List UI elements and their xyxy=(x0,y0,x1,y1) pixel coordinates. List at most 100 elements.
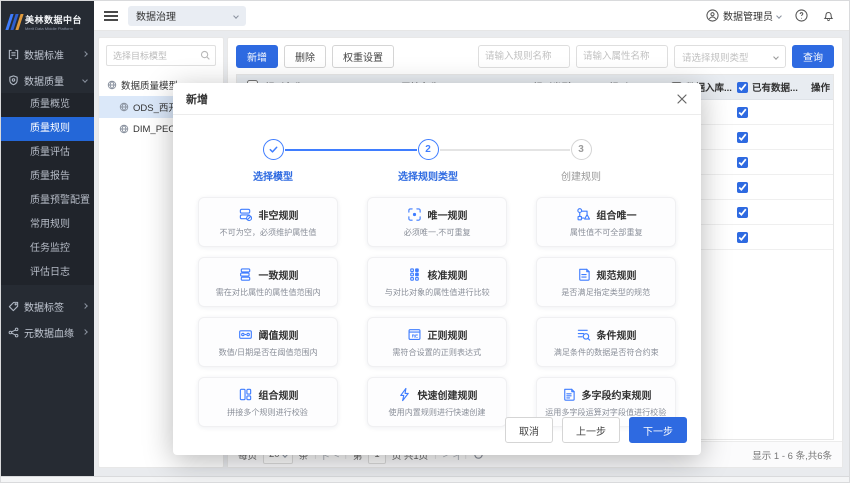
brand-tagline: Merit Data Middle Platform xyxy=(25,26,76,31)
card-desc: 需在对比属性的属性值范围内 xyxy=(215,286,320,297)
card-spec-rule[interactable]: 规范规则 是否满足指定类型的规范 xyxy=(536,257,676,307)
model-icon xyxy=(119,124,129,134)
step-number: 2 xyxy=(418,139,439,160)
shield-icon xyxy=(8,75,19,86)
column-checkbox[interactable] xyxy=(737,82,748,93)
card-threshold-rule[interactable]: 阈值规则 数值/日期是否在阈值范围内 xyxy=(198,317,338,367)
hamburger-menu-icon[interactable] xyxy=(104,11,118,21)
check-icon xyxy=(268,144,279,155)
modal-title: 新增 xyxy=(186,91,208,107)
focus-dot-icon xyxy=(407,207,422,222)
quality-submenu: 质量概览 质量规则 质量评估 质量报告 质量预警配置 常用规则 任务监控 评估日… xyxy=(1,93,94,285)
card-desc: 使用内置规则进行快速创建 xyxy=(389,406,486,417)
nodes-icon xyxy=(8,327,19,338)
row-data-checkbox[interactable] xyxy=(737,232,748,243)
sidebar-item-label: 数据质量 xyxy=(24,73,78,88)
sidebar-item-data-standard[interactable]: 数据标准 xyxy=(1,41,94,67)
step-number: 3 xyxy=(571,139,592,160)
shapes-flow-icon xyxy=(576,207,591,222)
add-rule-modal: 新增 选择模型 2 选择规则类型 3 创建规则 xyxy=(173,83,701,455)
user-menu[interactable]: 数据管理员 xyxy=(706,8,781,23)
sidebar-item-label: 元数据血缘 xyxy=(24,325,78,340)
card-title: 唯一规则 xyxy=(428,207,468,222)
card-desc: 数值/日期是否在阈值范围内 xyxy=(218,346,317,357)
row-data-checkbox[interactable] xyxy=(737,182,748,193)
card-non-empty-rule[interactable]: 非空规则 不可为空，必须维护属性值 xyxy=(198,197,338,247)
brackets-icon xyxy=(8,49,19,60)
sidebar-item-task-monitor[interactable]: 任务监控 xyxy=(1,237,94,261)
sidebar-item-metadata-lineage[interactable]: 元数据血缘 xyxy=(1,319,94,345)
card-desc: 需符合设置的正则表达式 xyxy=(393,346,482,357)
card-condition-rule[interactable]: 条件规则 满足条件的数据是否符合约束 xyxy=(536,317,676,367)
model-icon xyxy=(107,80,117,90)
sidebar: 美林数据中台 Merit Data Middle Platform 数据标准 数… xyxy=(1,1,94,478)
close-button[interactable] xyxy=(676,93,688,105)
brand-mark-icon xyxy=(5,14,23,30)
sidebar-item-quality-overview[interactable]: 质量概览 xyxy=(1,93,94,117)
cancel-button[interactable]: 取消 xyxy=(505,417,553,443)
card-desc: 属性值不可全部重复 xyxy=(570,226,643,237)
sidebar-item-assess-log[interactable]: 评估日志 xyxy=(1,261,94,285)
card-combo-rule[interactable]: 组合规则 拼接多个规则进行校验 xyxy=(198,377,338,427)
rule-type-select[interactable]: 请选择规则类型 xyxy=(674,45,786,68)
card-title: 一致规则 xyxy=(259,267,299,282)
tree-node-label: 数据质量模型 xyxy=(121,78,178,92)
card-desc: 拼接多个规则进行校验 xyxy=(228,406,309,417)
rule-type-select-value: 请选择规则类型 xyxy=(682,50,749,64)
sidebar-item-common-rules[interactable]: 常用规则 xyxy=(1,213,94,237)
add-button[interactable]: 新增 xyxy=(236,45,278,68)
card-consistency-rule[interactable]: 一致规则 需在对比属性的属性值范围内 xyxy=(198,257,338,307)
module-select[interactable]: 数据治理 xyxy=(128,6,246,26)
sidebar-item-quality-rules[interactable]: 质量规则 xyxy=(1,117,94,141)
step-label: 选择规则类型 xyxy=(373,168,483,183)
next-step-button[interactable]: 下一步 xyxy=(629,417,687,443)
user-icon xyxy=(706,9,719,22)
step-select-model: 选择模型 xyxy=(218,139,328,183)
search-icon xyxy=(200,50,211,61)
card-combined-unique[interactable]: 组合唯一 属性值不可全部重复 xyxy=(536,197,676,247)
delete-button[interactable]: 删除 xyxy=(284,45,326,68)
notifications-button[interactable] xyxy=(822,9,835,22)
modal-footer: 取消 上一步 下一步 xyxy=(505,417,687,443)
topbar: 数据治理 数据管理员 xyxy=(94,1,849,31)
search-button[interactable]: 查询 xyxy=(792,45,834,68)
weight-settings-button[interactable]: 权重设置 xyxy=(332,45,394,68)
row-data-checkbox[interactable] xyxy=(737,207,748,218)
help-icon xyxy=(795,9,808,22)
card-desc: 是否满足指定类型的规范 xyxy=(562,286,651,297)
chevron-down-icon xyxy=(773,54,779,60)
card-quick-create-rule[interactable]: 快速创建规则 使用内置规则进行快速创建 xyxy=(367,377,507,427)
step-label: 选择模型 xyxy=(218,168,328,183)
layout-blocks-icon xyxy=(238,387,253,402)
sidebar-item-quality-alert-config[interactable]: 质量预警配置 xyxy=(1,189,94,213)
attr-name-filter-input[interactable] xyxy=(576,45,668,68)
card-title: 阈值规则 xyxy=(259,327,299,342)
prev-step-button[interactable]: 上一步 xyxy=(562,417,620,443)
row-data-checkbox[interactable] xyxy=(737,157,748,168)
sidebar-item-data-label[interactable]: 数据标签 xyxy=(1,293,94,319)
tag-icon xyxy=(8,301,19,312)
step-select-rule-type: 2 选择规则类型 xyxy=(373,139,483,183)
card-approval-rule[interactable]: 核准规则 与对比对象的属性值进行比较 xyxy=(367,257,507,307)
sidebar-item-data-quality[interactable]: 数据质量 xyxy=(1,67,94,93)
help-button[interactable] xyxy=(795,9,808,22)
row-data-checkbox[interactable] xyxy=(737,107,748,118)
row-data-checkbox[interactable] xyxy=(737,132,748,143)
model-icon xyxy=(119,102,129,112)
rule-type-cards: 非空规则 不可为空，必须维护属性值 唯一规则 必须唯一,不可重复 组合唯一 属性… xyxy=(173,193,701,427)
card-unique-rule[interactable]: 唯一规则 必须唯一,不可重复 xyxy=(367,197,507,247)
result-summary: 显示 1 - 6 条,共6条 xyxy=(752,448,832,462)
scroll-doc-icon xyxy=(576,267,591,282)
card-desc: 满足条件的数据是否符合约束 xyxy=(553,346,658,357)
card-regex-rule[interactable]: RE 正则规则 需符合设置的正则表达式 xyxy=(367,317,507,367)
rule-name-filter-input[interactable] xyxy=(478,45,570,68)
column-header: 操作 xyxy=(807,80,833,94)
card-desc: 运用多字段运算对字段值进行校验 xyxy=(545,406,666,417)
chevron-down-icon xyxy=(82,77,88,83)
close-icon xyxy=(676,93,688,105)
range-icon xyxy=(238,327,253,342)
layers-icon xyxy=(238,267,253,282)
sidebar-item-quality-assess[interactable]: 质量评估 xyxy=(1,141,94,165)
sidebar-item-quality-report[interactable]: 质量报告 xyxy=(1,165,94,189)
sidebar-item-label: 数据标准 xyxy=(24,47,78,62)
